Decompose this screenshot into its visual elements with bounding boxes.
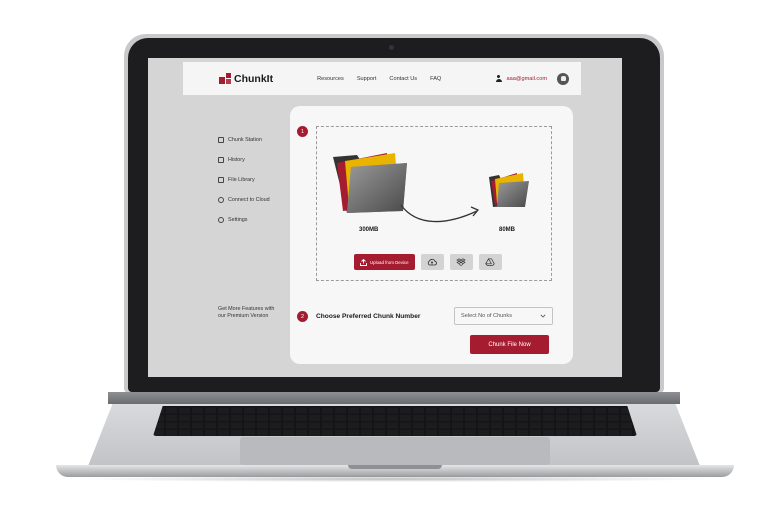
cloud-upload-icon: [427, 258, 437, 266]
top-navbar: ChunkIt Resources Support Contact Us FAQ…: [183, 62, 581, 95]
user-icon: [495, 75, 502, 82]
nav-link-faq[interactable]: FAQ: [430, 76, 441, 82]
app-screen: ChunkIt Resources Support Contact Us FAQ…: [148, 58, 622, 377]
camera-icon: [389, 45, 394, 50]
upload-from-device-button[interactable]: Upload from Device: [354, 254, 415, 270]
chunk-station-card: 1 300MB 80MB Upload from Device 2 Choose…: [290, 106, 573, 364]
laptop-mockup: ChunkIt Resources Support Contact Us FAQ…: [0, 0, 771, 516]
chunk-file-size: 80MB: [499, 227, 516, 233]
step-badge-2: 2: [297, 311, 308, 322]
sidebar-item-chunk-station[interactable]: Chunk Station: [218, 130, 310, 150]
nav-links: Resources Support Contact Us FAQ: [317, 76, 441, 82]
sidebar-item-history[interactable]: History: [218, 150, 298, 170]
keyboard: [153, 406, 637, 436]
sidebar-item-connect-to-cloud[interactable]: Connect to Cloud: [218, 190, 298, 210]
laptop-notch: [348, 465, 442, 469]
dropbox-button[interactable]: [449, 254, 473, 270]
premium-promo[interactable]: Get More Features with our Premium Versi…: [218, 306, 278, 320]
nav-link-resources[interactable]: Resources: [317, 76, 344, 82]
sidebar-item-settings[interactable]: Settings: [218, 210, 298, 230]
nav-link-support[interactable]: Support: [357, 76, 377, 82]
upload-button-label: Upload from Device: [370, 259, 409, 265]
station-icon: [218, 137, 224, 143]
google-drive-icon: [485, 258, 495, 266]
small-folder-icon: [489, 173, 529, 207]
settings-icon: [218, 217, 224, 223]
laptop-shadow: [70, 476, 720, 482]
chunk-number-select[interactable]: Select No of Chunks: [454, 307, 553, 325]
user-email: aaa@gmail.com: [506, 75, 547, 82]
file-dropzone[interactable]: 300MB 80MB Upload from Device: [316, 126, 552, 281]
arrow-icon: [400, 204, 478, 223]
user-menu[interactable]: aaa@gmail.com: [495, 72, 569, 85]
brand-name: ChunkIt: [234, 72, 274, 85]
bell-icon[interactable]: [557, 72, 569, 85]
chunk-file-now-button[interactable]: Chunk File Now: [470, 335, 549, 354]
sidebar-item-label: Chunk Station: [228, 137, 262, 143]
file-icon: [218, 177, 224, 183]
nav-link-contact-us[interactable]: Contact Us: [389, 76, 417, 82]
sidebar-item-label: File Library: [228, 177, 255, 183]
upload-icon: [360, 258, 367, 266]
step-badge-1: 1: [297, 126, 308, 137]
brand-logo[interactable]: ChunkIt: [219, 73, 273, 85]
chevron-down-icon: [540, 314, 546, 318]
history-icon: [218, 157, 224, 163]
sidebar-item-file-library[interactable]: File Library: [218, 170, 298, 190]
original-file-size: 300MB: [359, 227, 379, 233]
sidebar-item-label: History: [228, 157, 245, 163]
upload-options: Upload from Device: [354, 254, 502, 270]
logo-icon: [219, 73, 231, 84]
sidebar: Chunk Station History File Library Conne…: [218, 130, 310, 230]
sidebar-item-label: Settings: [228, 217, 248, 223]
cloud-upload-button[interactable]: [420, 254, 444, 270]
dropbox-icon: [456, 258, 466, 266]
trackpad: [240, 437, 550, 465]
laptop-hinge: [108, 392, 680, 404]
chunk-number-label: Choose Preferred Chunk Number: [316, 313, 421, 320]
cloud-icon: [218, 197, 224, 203]
chunk-select-placeholder: Select No of Chunks: [461, 313, 512, 319]
sidebar-item-label: Connect to Cloud: [228, 197, 270, 203]
google-drive-button[interactable]: [478, 254, 502, 270]
large-folder-icon: [333, 153, 407, 213]
